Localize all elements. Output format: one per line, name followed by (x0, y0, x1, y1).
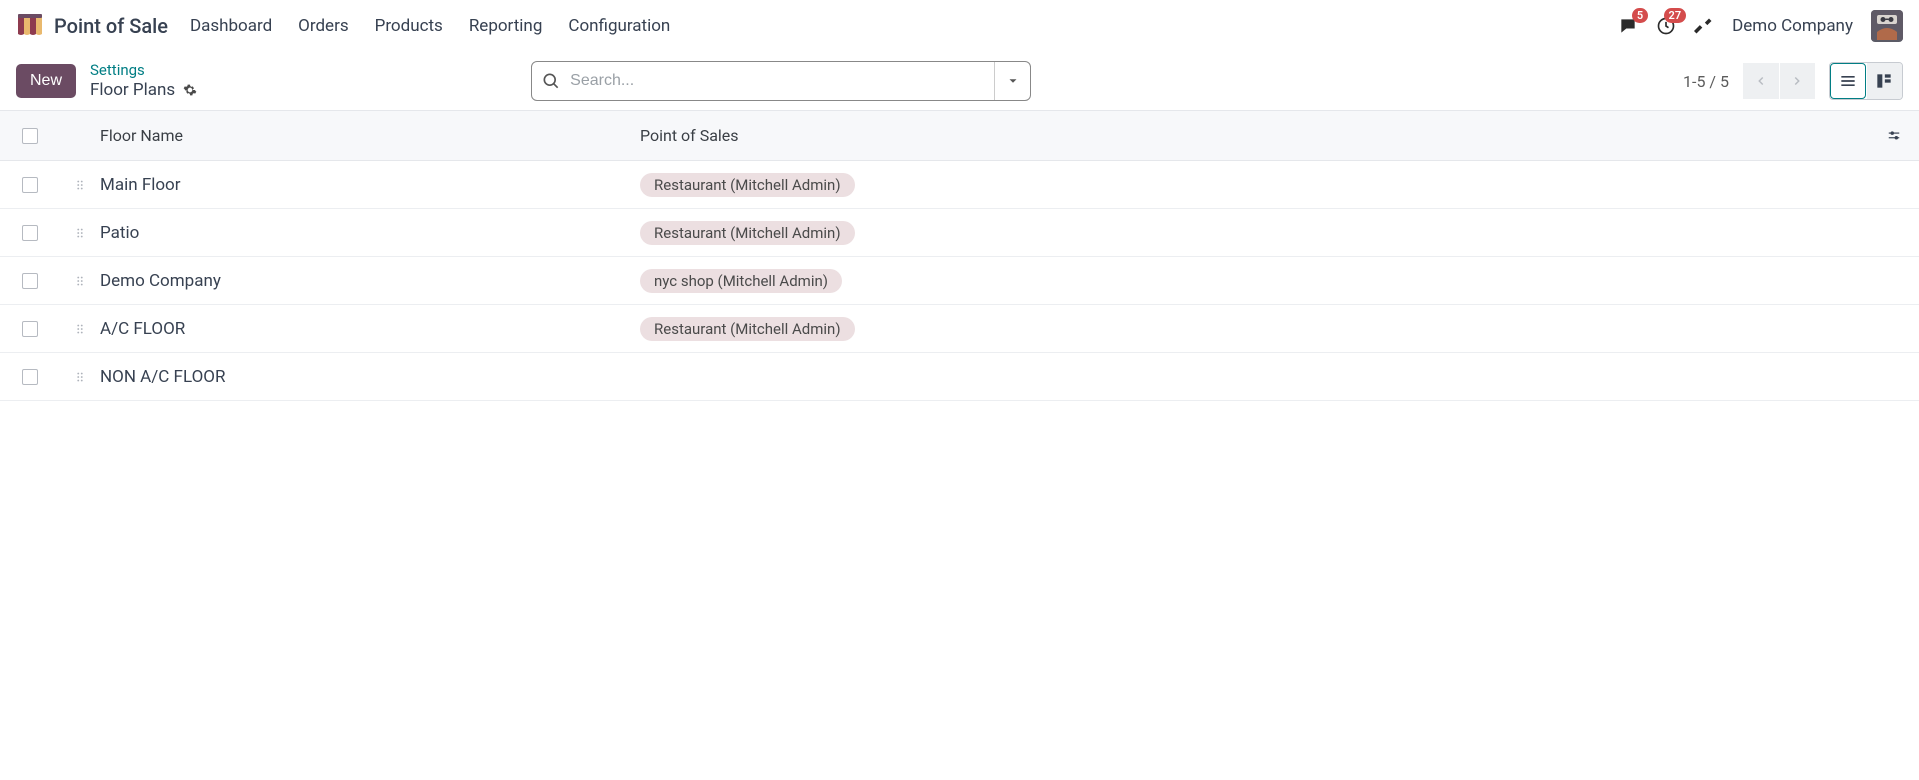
drag-handle[interactable] (60, 178, 100, 192)
nav-item-configuration[interactable]: Configuration (568, 16, 670, 36)
pos-tag[interactable]: Restaurant (Mitchell Admin) (640, 221, 855, 245)
cell-floor-name: Demo Company (100, 271, 640, 291)
drag-handle-icon (73, 370, 87, 384)
drag-handle-icon (73, 322, 87, 336)
pager-buttons (1743, 63, 1815, 99)
kanban-icon (1874, 71, 1894, 91)
table-row[interactable]: Demo Companynyc shop (Mitchell Admin) (0, 257, 1919, 305)
activities-button[interactable]: 27 (1656, 16, 1676, 36)
user-avatar[interactable] (1871, 10, 1903, 42)
app-logo-icon (16, 12, 44, 40)
cell-pos: Restaurant (Mitchell Admin) (640, 221, 1869, 245)
breadcrumb-parent[interactable]: Settings (90, 61, 197, 80)
nav-item-products[interactable]: Products (375, 16, 443, 36)
control-bar-left: New Settings Floor Plans (16, 61, 197, 101)
tools-button[interactable] (1694, 16, 1714, 36)
select-all-cell (0, 128, 60, 144)
row-select-cell (0, 369, 60, 385)
row-select-cell (0, 177, 60, 193)
select-all-checkbox[interactable] (22, 128, 38, 144)
activities-badge: 27 (1664, 8, 1687, 23)
gear-icon[interactable] (183, 83, 197, 97)
table-row[interactable]: Main FloorRestaurant (Mitchell Admin) (0, 161, 1919, 209)
wrench-icon (1694, 16, 1714, 36)
search-box (531, 61, 1031, 101)
drag-handle-icon (73, 226, 87, 240)
pos-tag[interactable]: nyc shop (Mitchell Admin) (640, 269, 842, 293)
table-header: Floor Name Point of Sales (0, 111, 1919, 161)
control-bar-right: 1-5 / 5 (1683, 62, 1903, 100)
cell-floor-name: NON A/C FLOOR (100, 367, 640, 387)
chevron-left-icon (1754, 74, 1768, 88)
cell-floor-name: A/C FLOOR (100, 319, 640, 339)
pager-text: 1-5 / 5 (1683, 72, 1729, 91)
new-button[interactable]: New (16, 64, 76, 98)
navbar: Point of Sale Dashboard Orders Products … (0, 0, 1919, 52)
row-checkbox[interactable] (22, 321, 38, 337)
drag-handle[interactable] (60, 370, 100, 384)
table: Floor Name Point of Sales Main FloorRest… (0, 110, 1919, 401)
pos-tag[interactable]: Restaurant (Mitchell Admin) (640, 173, 855, 197)
chevron-down-icon (1006, 74, 1020, 88)
drag-handle[interactable] (60, 274, 100, 288)
navbar-left: Point of Sale Dashboard Orders Products … (16, 12, 670, 40)
company-switcher[interactable]: Demo Company (1732, 16, 1853, 36)
nav-menu: Dashboard Orders Products Reporting Conf… (190, 16, 670, 36)
table-row[interactable]: A/C FLOORRestaurant (Mitchell Admin) (0, 305, 1919, 353)
control-bar: New Settings Floor Plans 1-5 / 5 (0, 52, 1919, 110)
pager-prev-button[interactable] (1743, 63, 1779, 99)
search-dropdown-toggle[interactable] (994, 62, 1030, 100)
view-list-button[interactable] (1830, 63, 1866, 99)
row-checkbox[interactable] (22, 225, 38, 241)
app-title: Point of Sale (54, 14, 168, 38)
pos-tag[interactable]: Restaurant (Mitchell Admin) (640, 317, 855, 341)
row-checkbox[interactable] (22, 369, 38, 385)
table-body: Main FloorRestaurant (Mitchell Admin)Pat… (0, 161, 1919, 401)
avatar-icon (1871, 10, 1903, 42)
drag-handle-icon (73, 274, 87, 288)
row-checkbox[interactable] (22, 177, 38, 193)
cell-floor-name: Main Floor (100, 175, 640, 195)
nav-item-reporting[interactable]: Reporting (469, 16, 543, 36)
pager-next-button[interactable] (1779, 63, 1815, 99)
row-select-cell (0, 273, 60, 289)
app-brand[interactable]: Point of Sale (16, 12, 168, 40)
view-switcher (1829, 62, 1903, 100)
column-header-floor-name[interactable]: Floor Name (100, 126, 640, 145)
search-input[interactable] (570, 72, 994, 90)
list-icon (1838, 71, 1858, 91)
messages-button[interactable]: 5 (1618, 16, 1638, 36)
chevron-right-icon (1790, 74, 1804, 88)
messages-badge: 5 (1632, 8, 1648, 23)
row-select-cell (0, 225, 60, 241)
breadcrumb: Settings Floor Plans (90, 61, 197, 101)
column-options-button[interactable] (1869, 129, 1919, 143)
control-bar-center (531, 61, 1031, 101)
cell-pos: Restaurant (Mitchell Admin) (640, 317, 1869, 341)
nav-item-dashboard[interactable]: Dashboard (190, 16, 272, 36)
cell-pos: Restaurant (Mitchell Admin) (640, 173, 1869, 197)
drag-handle[interactable] (60, 226, 100, 240)
table-row[interactable]: PatioRestaurant (Mitchell Admin) (0, 209, 1919, 257)
drag-handle[interactable] (60, 322, 100, 336)
search-icon (532, 71, 570, 91)
cell-floor-name: Patio (100, 223, 640, 243)
breadcrumb-current: Floor Plans (90, 80, 175, 101)
row-select-cell (0, 321, 60, 337)
navbar-right: 5 27 Demo Company (1618, 10, 1903, 42)
nav-item-orders[interactable]: Orders (298, 16, 348, 36)
row-checkbox[interactable] (22, 273, 38, 289)
drag-handle-icon (73, 178, 87, 192)
table-row[interactable]: NON A/C FLOOR (0, 353, 1919, 401)
sliders-icon (1887, 129, 1901, 143)
column-header-pos[interactable]: Point of Sales (640, 126, 1869, 145)
cell-pos: nyc shop (Mitchell Admin) (640, 269, 1869, 293)
view-kanban-button[interactable] (1866, 63, 1902, 99)
